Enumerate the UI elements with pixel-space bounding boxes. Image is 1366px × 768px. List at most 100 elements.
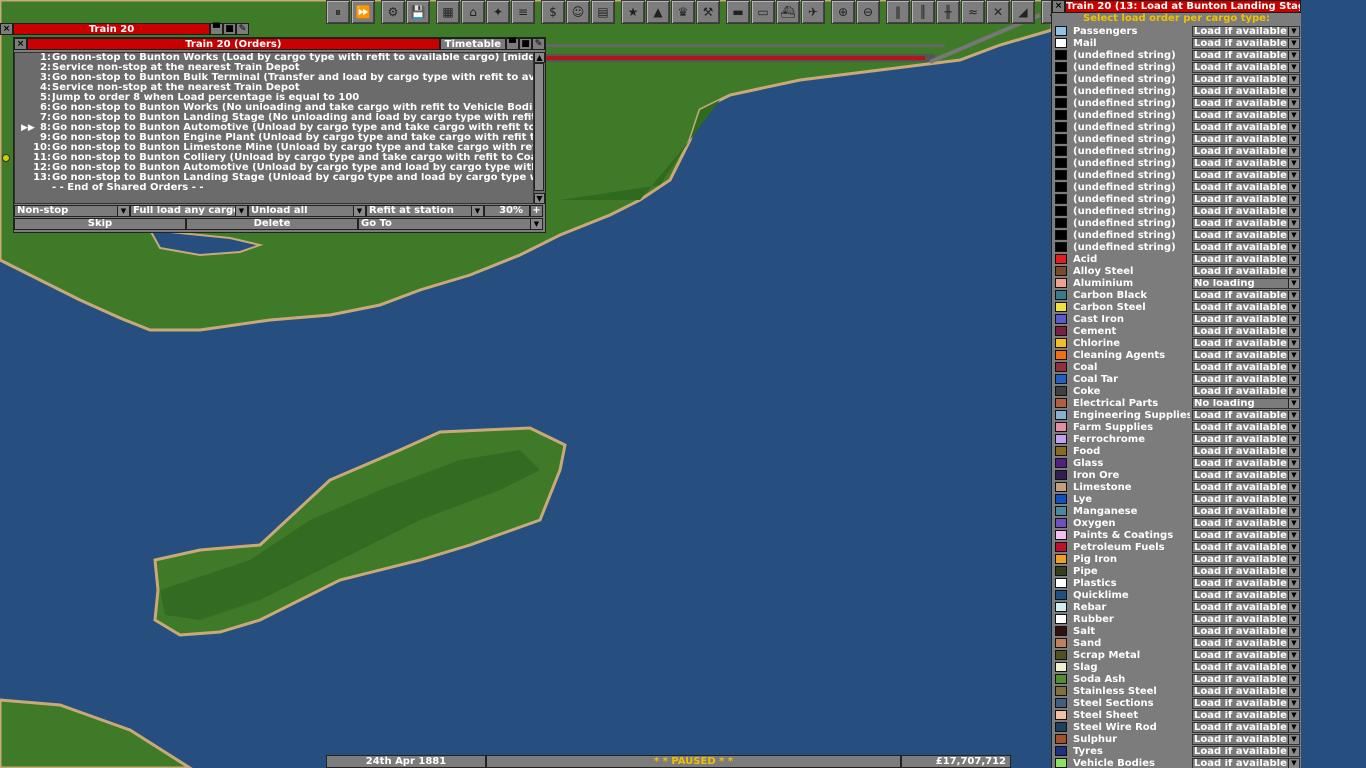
cargo-load-dropdown[interactable]: Load if available ▼ [1192, 313, 1300, 325]
landscape-icon[interactable]: ◢ [1011, 0, 1035, 24]
pin-icon[interactable]: ✎ [236, 23, 249, 35]
cargo-load-dropdown[interactable]: Load if available ▼ [1192, 169, 1300, 181]
cargo-load-dropdown[interactable]: Load if available ▼ [1192, 709, 1300, 721]
industries-icon[interactable]: ⚒ [696, 0, 720, 24]
build-road-icon[interactable]: ║ [911, 0, 935, 24]
timetable-button[interactable]: Timetable [439, 38, 506, 50]
order-row[interactable]: ▶▶ 8: Go non-stop to Bunton Automotive (Un… [15, 123, 542, 133]
unload-dropdown[interactable]: Unload all ▼ [248, 205, 366, 217]
cargo-load-dropdown[interactable]: Load if available ▼ [1192, 61, 1300, 73]
cargo-load-dropdown[interactable]: Load if available ▼ [1192, 217, 1300, 229]
cargo-load-dropdown[interactable]: Load if available ▼ [1192, 553, 1300, 565]
cargo-load-dropdown[interactable]: Load if available ▼ [1192, 469, 1300, 481]
cargo-load-dropdown[interactable]: Load if available ▼ [1192, 493, 1300, 505]
cargo-load-dropdown[interactable]: Load if available ▼ [1192, 445, 1300, 457]
cargo-load-dropdown[interactable]: Load if available ▼ [1192, 601, 1300, 613]
cargo-load-dropdown[interactable]: Load if available ▼ [1192, 157, 1300, 169]
cargo-load-dropdown[interactable]: Load if available ▼ [1192, 673, 1300, 685]
defsize-icon[interactable]: ■ [519, 38, 532, 50]
ships-icon[interactable]: ⛴ [776, 0, 800, 24]
delete-button[interactable]: Delete [186, 218, 358, 230]
end-of-orders[interactable]: - - End of Shared Orders - - [15, 183, 542, 193]
order-row[interactable]: 6: Go non-stop to Bunton Works (No unload… [15, 103, 542, 113]
cargo-load-dropdown[interactable]: Load if available ▼ [1192, 505, 1300, 517]
cargo-load-dropdown[interactable]: Load if available ▼ [1192, 337, 1300, 349]
close-icon[interactable]: × [0, 23, 13, 35]
cargo-load-dropdown[interactable]: Load if available ▼ [1192, 181, 1300, 193]
vehicle-window-title[interactable]: Train 20 [13, 23, 210, 35]
cargo-load-dropdown[interactable]: Load if available ▼ [1192, 757, 1300, 768]
full-load-dropdown[interactable]: Full load any cargo ▼ [130, 205, 248, 217]
order-row[interactable]: 12: Go non-stop to Bunton Automotive (Unl… [15, 163, 542, 173]
trains-icon[interactable]: ▬ [726, 0, 750, 24]
cargo-load-dropdown[interactable]: Load if available ▼ [1192, 649, 1300, 661]
pause-icon[interactable]: ⏸ [326, 0, 350, 24]
cargo-load-dropdown[interactable]: Load if available ▼ [1192, 577, 1300, 589]
zoom-out-icon[interactable]: ⊖ [856, 0, 880, 24]
scroll-thumb[interactable] [534, 63, 544, 191]
cargo-load-dropdown[interactable]: Load if available ▼ [1192, 133, 1300, 145]
cargo-load-dropdown[interactable]: Load if available ▼ [1192, 49, 1300, 61]
build-air-icon[interactable]: ✕ [986, 0, 1010, 24]
cargo-load-dropdown[interactable]: Load if available ▼ [1192, 241, 1300, 253]
cargo-load-dropdown[interactable]: Load if available ▼ [1192, 205, 1300, 217]
graphs-icon[interactable]: ▲ [646, 0, 670, 24]
orders-window-title[interactable]: Train 20 (Orders) [27, 38, 440, 50]
fast-forward-icon[interactable]: ⏩ [351, 0, 375, 24]
minimap-icon[interactable]: ▦ [436, 0, 460, 24]
cargo-load-dropdown[interactable]: Load if available ▼ [1192, 409, 1300, 421]
subsidies-icon[interactable]: ✦ [486, 0, 510, 24]
save-icon[interactable]: 💾 [406, 0, 430, 24]
cargo-load-dropdown[interactable]: Load if available ▼ [1192, 373, 1300, 385]
cargo-load-dropdown[interactable]: Load if available ▼ [1192, 685, 1300, 697]
cargo-load-dropdown[interactable]: Load if available ▼ [1192, 625, 1300, 637]
cargo-load-dropdown[interactable]: Load if available ▼ [1192, 421, 1300, 433]
cargo-load-dropdown[interactable]: Load if available ▼ [1192, 121, 1300, 133]
order-row[interactable]: 4: Service non-stop at the nearest Train … [15, 83, 542, 93]
aircraft-icon[interactable]: ✈ [801, 0, 825, 24]
goals-icon[interactable]: ★ [621, 0, 645, 24]
cargo-load-dropdown[interactable]: Load if available ▼ [1192, 361, 1300, 373]
cargo-load-dropdown[interactable]: Load if available ▼ [1192, 745, 1300, 757]
pin-icon[interactable]: ✎ [532, 38, 545, 50]
cargo-load-dropdown[interactable]: Load if available ▼ [1192, 721, 1300, 733]
cargo-load-dropdown[interactable]: Load if available ▼ [1192, 229, 1300, 241]
percent-field[interactable]: 30% [484, 205, 530, 217]
road-vehicles-icon[interactable]: ▭ [751, 0, 775, 24]
cargo-load-dropdown[interactable]: Load if available ▼ [1192, 289, 1300, 301]
build-tram-icon[interactable]: ╫ [936, 0, 960, 24]
date-display[interactable]: 24th Apr 1881 [326, 755, 486, 768]
finances-icon[interactable]: $ [541, 0, 565, 24]
order-row[interactable]: 13: Go non-stop to Bunton Landing Stage (… [15, 173, 542, 183]
settings-icon[interactable]: ⚙ [381, 0, 405, 24]
cargo-load-dropdown[interactable]: Load if available ▼ [1192, 637, 1300, 649]
defsize-icon[interactable]: ■ [223, 23, 236, 35]
build-rail-icon[interactable]: ‖ [886, 0, 910, 24]
build-water-icon[interactable]: ≈ [961, 0, 985, 24]
refit-dropdown[interactable]: Refit at station ▼ [366, 205, 484, 217]
cargo-load-dropdown[interactable]: Load if available ▼ [1192, 517, 1300, 529]
scroll-down-icon[interactable]: ▼ [534, 193, 545, 204]
town-directory-icon[interactable]: ⌂ [461, 0, 485, 24]
cargo-load-dropdown[interactable]: Load if available ▼ [1192, 565, 1300, 577]
cargo-load-dropdown[interactable]: Load if available ▼ [1192, 37, 1300, 49]
shade-icon[interactable]: ▀ [506, 38, 519, 50]
cargo-load-dropdown[interactable]: Load if available ▼ [1192, 325, 1300, 337]
cargo-load-dropdown[interactable]: No loading ▼ [1192, 397, 1300, 409]
goto-dropdown[interactable]: Go To ▼ [358, 218, 543, 230]
cargo-load-dropdown[interactable]: Load if available ▼ [1192, 265, 1300, 277]
cargo-load-dropdown[interactable]: Load if available ▼ [1192, 433, 1300, 445]
cargo-load-dropdown[interactable]: Load if available ▼ [1192, 109, 1300, 121]
cargo-load-dropdown[interactable]: Load if available ▼ [1192, 25, 1300, 37]
station-list-icon[interactable]: ≡ [511, 0, 535, 24]
cargo-load-dropdown[interactable]: Load if available ▼ [1192, 73, 1300, 85]
cargo-load-dropdown[interactable]: Load if available ▼ [1192, 385, 1300, 397]
cargo-load-dropdown[interactable]: Load if available ▼ [1192, 529, 1300, 541]
order-row[interactable]: 9: Go non-stop to Bunton Engine Plant (Un… [15, 133, 542, 143]
skip-button[interactable]: Skip [14, 218, 186, 230]
close-icon[interactable]: × [14, 38, 27, 50]
orders-scrollbar[interactable]: ▲ ▼ [533, 52, 545, 204]
zoom-in-icon[interactable]: ⊕ [831, 0, 855, 24]
order-row[interactable]: 7: Go non-stop to Bunton Landing Stage (N… [15, 113, 542, 123]
cargo-load-dropdown[interactable]: Load if available ▼ [1192, 661, 1300, 673]
